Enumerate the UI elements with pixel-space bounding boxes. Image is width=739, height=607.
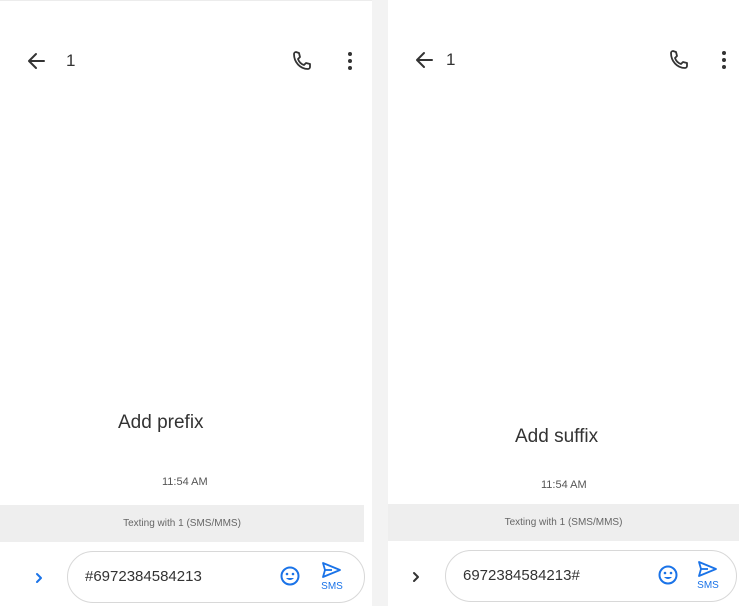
send-sms-button[interactable]: SMS bbox=[315, 559, 351, 595]
phone-icon bbox=[293, 51, 311, 70]
chevron-right-icon bbox=[413, 572, 419, 582]
emoji-button[interactable] bbox=[279, 565, 301, 587]
expand-options-button[interactable] bbox=[32, 571, 46, 585]
message-input[interactable]: 6972384584213# bbox=[463, 551, 580, 601]
call-button[interactable] bbox=[288, 47, 316, 75]
call-button[interactable] bbox=[665, 46, 693, 74]
send-label: SMS bbox=[697, 580, 719, 591]
arrow-back-icon bbox=[28, 53, 45, 69]
texting-status-bar: Texting with 1 (SMS/MMS) bbox=[0, 505, 364, 542]
send-sms-button[interactable]: SMS bbox=[691, 558, 727, 594]
compose-box: 6972384584213# SMS bbox=[445, 550, 737, 602]
message-text: Add suffix bbox=[515, 426, 599, 447]
top-app-bar: 1 bbox=[0, 43, 372, 79]
send-label: SMS bbox=[321, 581, 343, 592]
back-button[interactable] bbox=[412, 48, 438, 72]
conversation-panel-prefix: 1 Add prefix 11:54 AM Texting with 1 (SM… bbox=[0, 0, 372, 607]
chevron-right-icon bbox=[36, 573, 42, 583]
expand-options-button[interactable] bbox=[409, 570, 423, 584]
message-timestamp: 11:54 AM bbox=[162, 476, 208, 488]
message-text: Add prefix bbox=[118, 412, 204, 433]
send-icon bbox=[322, 562, 341, 578]
phone-icon bbox=[670, 50, 688, 69]
arrow-back-icon bbox=[416, 52, 433, 68]
emoji-button[interactable] bbox=[657, 564, 679, 586]
conversation-title: 1 bbox=[66, 51, 76, 70]
send-icon bbox=[698, 561, 717, 577]
texting-status-bar: Texting with 1 (SMS/MMS) bbox=[388, 504, 739, 541]
conversation-title: 1 bbox=[446, 50, 456, 69]
emoji-icon bbox=[280, 566, 300, 586]
more-vert-icon bbox=[348, 52, 352, 70]
message-input[interactable]: #6972384584213 bbox=[85, 552, 202, 602]
compose-box: #6972384584213 SMS bbox=[67, 551, 365, 603]
more-vert-icon bbox=[722, 51, 726, 69]
more-options-button[interactable] bbox=[716, 48, 732, 72]
message-timestamp: 11:54 AM bbox=[541, 479, 587, 491]
emoji-icon bbox=[658, 565, 678, 585]
conversation-panel-suffix: 1 Add suffix 11:54 AM Texting with 1 (SM… bbox=[388, 0, 739, 606]
back-button[interactable] bbox=[24, 49, 50, 73]
more-options-button[interactable] bbox=[342, 49, 358, 73]
top-app-bar: 1 bbox=[388, 42, 739, 78]
panel-divider bbox=[372, 0, 388, 606]
